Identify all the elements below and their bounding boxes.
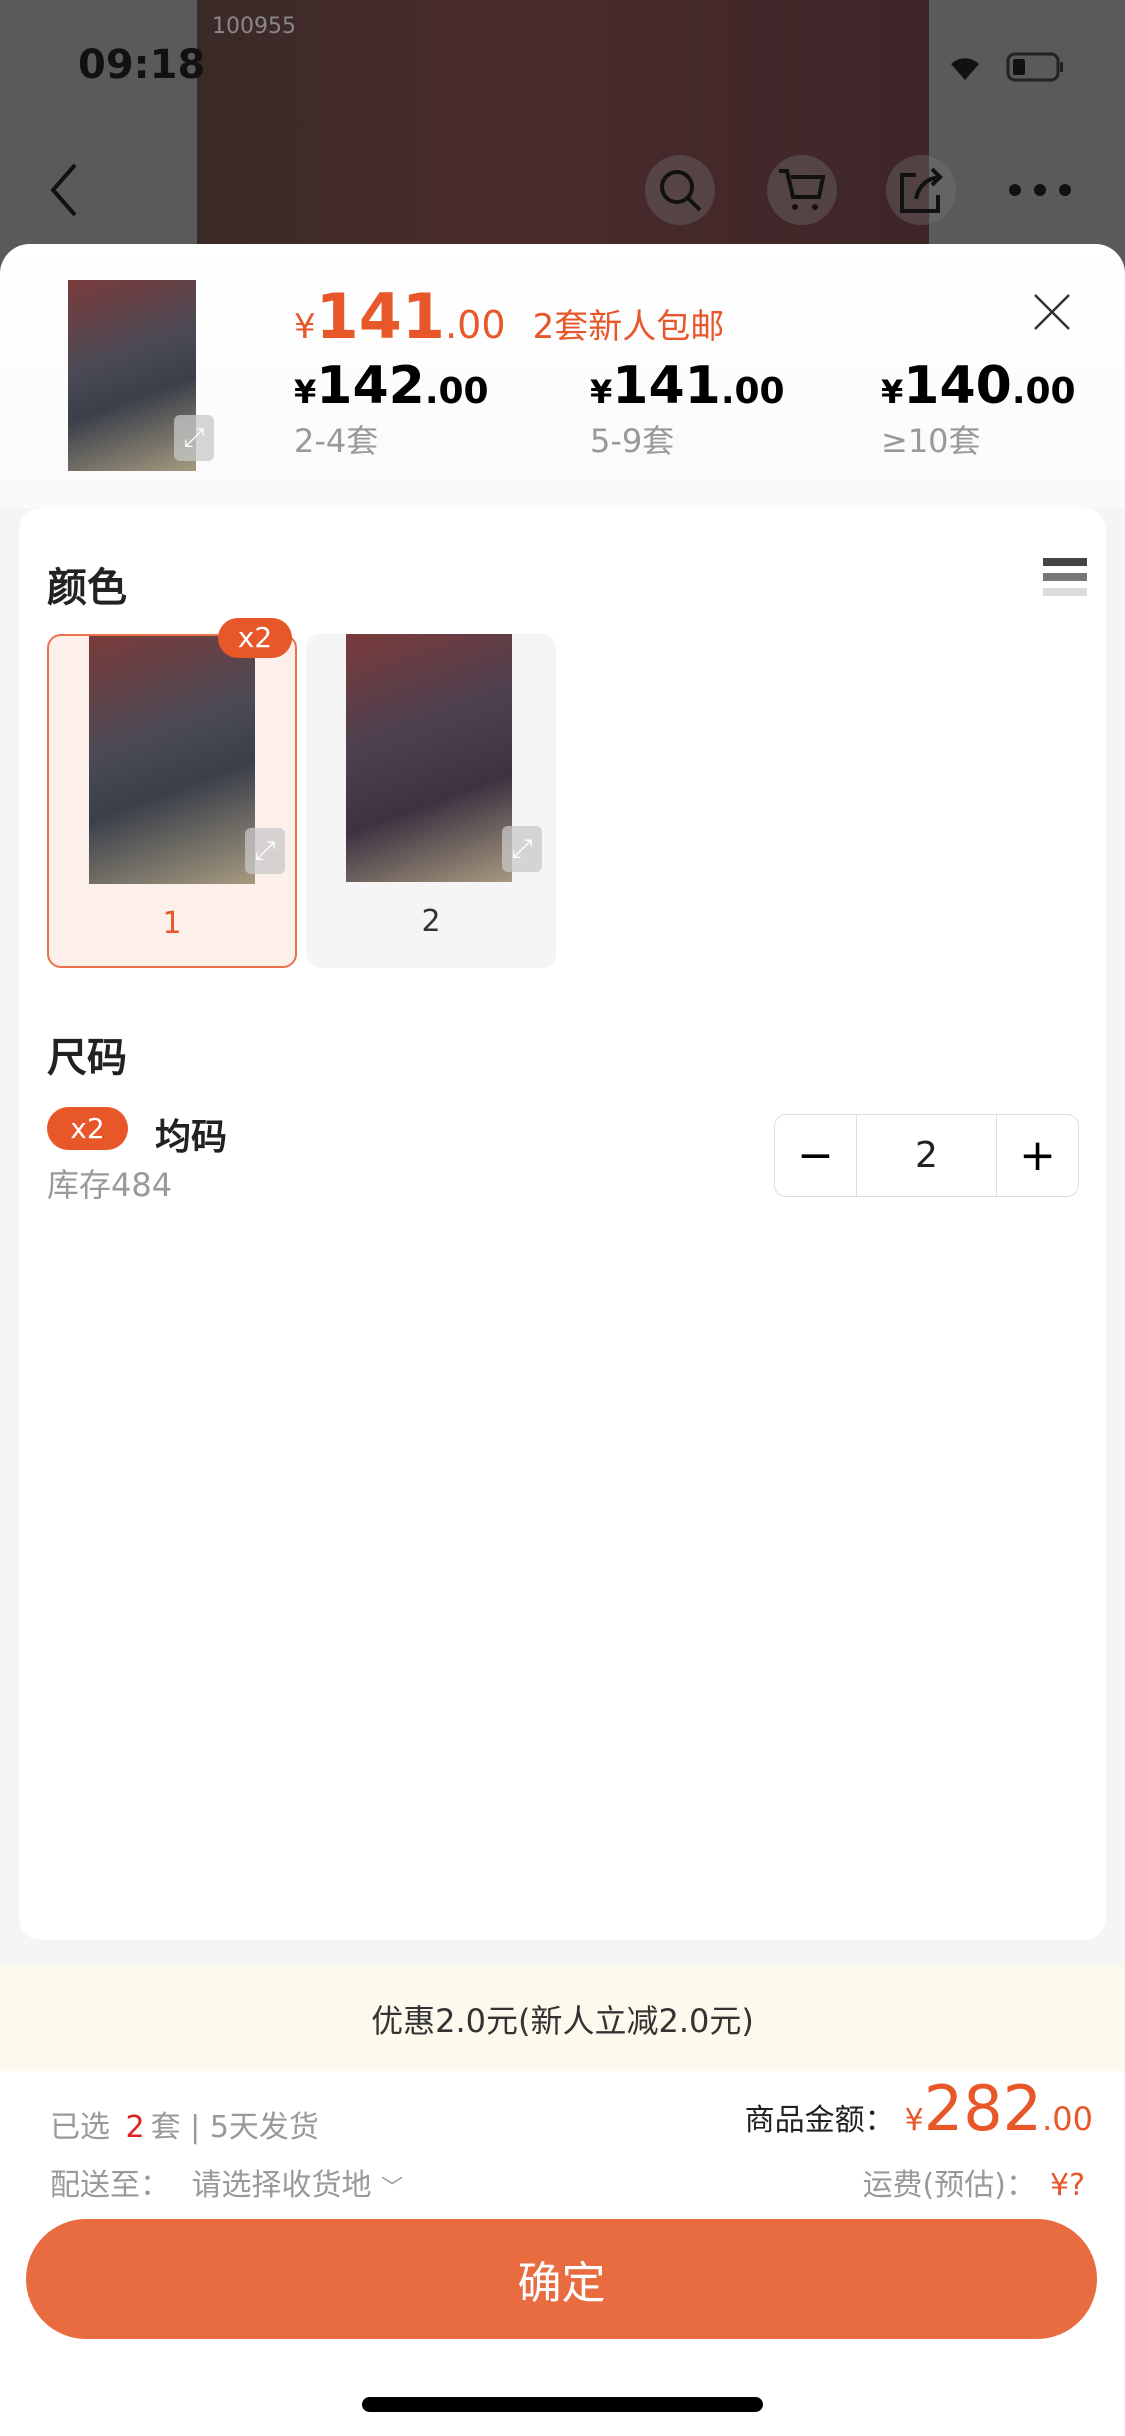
watermark: 100955 [212,14,296,39]
close-icon [1034,294,1070,330]
close-button[interactable] [1032,292,1072,336]
status-time: 09:18 [78,42,206,88]
cart-button[interactable] [767,155,837,225]
color-option-image [89,636,255,884]
more-icon [1009,184,1071,196]
color-option-label: 1 [162,906,182,941]
product-hero-image [197,0,929,260]
price-tier: ¥141.00 5-9套 [590,356,785,460]
more-button[interactable] [1005,180,1075,200]
selected-summary: 已选 2套 | 5天发货 [50,2110,319,2145]
home-indicator [362,2397,763,2412]
color-option-2[interactable]: ⤢ 2 [306,634,556,968]
stock-text: 库存484 [47,1166,173,1204]
cart-icon [779,169,826,210]
color-option-label: 2 [421,904,441,939]
expand-icon[interactable]: ⤢ [245,828,285,874]
search-button[interactable] [645,155,715,225]
shipping-address-selector[interactable]: 配送至： 请选择收货地 ﹀ [50,2160,403,2204]
status-icons [950,50,1080,84]
color-option-1[interactable]: ⤢ 1 [47,634,297,968]
chevron-down-icon: ﹀ [381,2176,404,2201]
freight-estimate: 运费(预估)： ¥? [862,2168,1085,2203]
wifi-icon [951,58,979,80]
increment-button[interactable]: + [996,1115,1078,1196]
size-quantity-badge: x2 [47,1107,128,1150]
back-button[interactable] [45,160,85,220]
color-title: 颜色 [47,565,127,611]
color-option-image [346,634,512,882]
quantity-input[interactable]: 2 [857,1115,996,1196]
expand-icon[interactable]: ⤢ [502,826,542,872]
confirm-button[interactable]: 确定 [26,2219,1097,2339]
share-button[interactable] [886,155,956,225]
price-tier: ¥142.00 2-4套 [294,356,489,460]
list-icon [1043,558,1087,596]
price-tier: ¥140.00 ≥10套 [881,356,1076,460]
quantity-badge: x2 [218,618,292,658]
size-name: 均码 [155,1117,228,1158]
share-icon [900,167,943,213]
promo-tag: 2套新人包邮 [532,307,725,347]
total-amount: 商品金额： ¥282.00 [744,2072,1093,2145]
list-view-toggle[interactable] [1043,558,1087,606]
main-price: ¥141.00 2套新人包邮 [294,280,725,353]
size-title: 尺码 [47,1035,127,1081]
quantity-stepper: − 2 + [774,1114,1079,1197]
search-icon [660,170,702,212]
decrement-button[interactable]: − [775,1115,857,1196]
expand-icon[interactable]: ⤢ [174,415,214,461]
discount-banner: 优惠2.0元(新人立减2.0元) [0,1966,1125,2071]
